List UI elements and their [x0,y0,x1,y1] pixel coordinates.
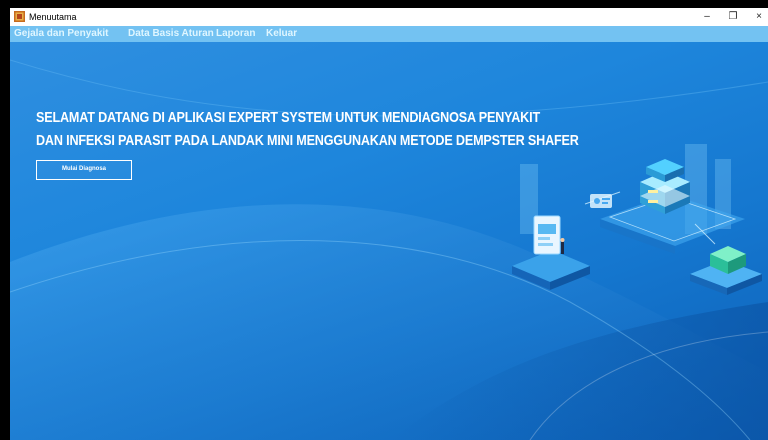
window-title: Menuutama [29,12,77,22]
app-window: Menuutama – ❐ × Gejala dan Penyakit Data… [10,8,768,440]
restore-button[interactable]: ❐ [720,8,746,26]
menu-data-basis-aturan[interactable]: Data Basis Aturan [128,26,214,42]
menu-laporan[interactable]: Laporan [216,26,255,42]
close-button[interactable]: × [746,8,768,26]
menu-keluar[interactable]: Keluar [266,26,297,42]
right-server-platform [690,246,762,295]
app-icon [14,11,25,22]
menu-bar: Gejala dan Penyakit Data Basis Aturan La… [10,26,768,42]
title-bar[interactable]: Menuutama – ❐ × [10,8,768,26]
server-network-illustration [512,144,762,295]
minimize-button[interactable]: – [694,8,720,26]
welcome-headline-line1: SELAMAT DATANG DI APLIKASI EXPERT SYSTEM… [36,109,540,126]
welcome-headline-line2: DAN INFEKSI PARASIT PADA LANDAK MINI MEN… [36,132,579,149]
menu-gejala-dan-penyakit[interactable]: Gejala dan Penyakit [14,26,109,42]
start-diagnosis-button[interactable]: Mulai Diagnosa [36,160,132,180]
welcome-panel: SELAMAT DATANG DI APLIKASI EXPERT SYSTEM… [10,42,768,440]
server-stack [640,159,690,214]
